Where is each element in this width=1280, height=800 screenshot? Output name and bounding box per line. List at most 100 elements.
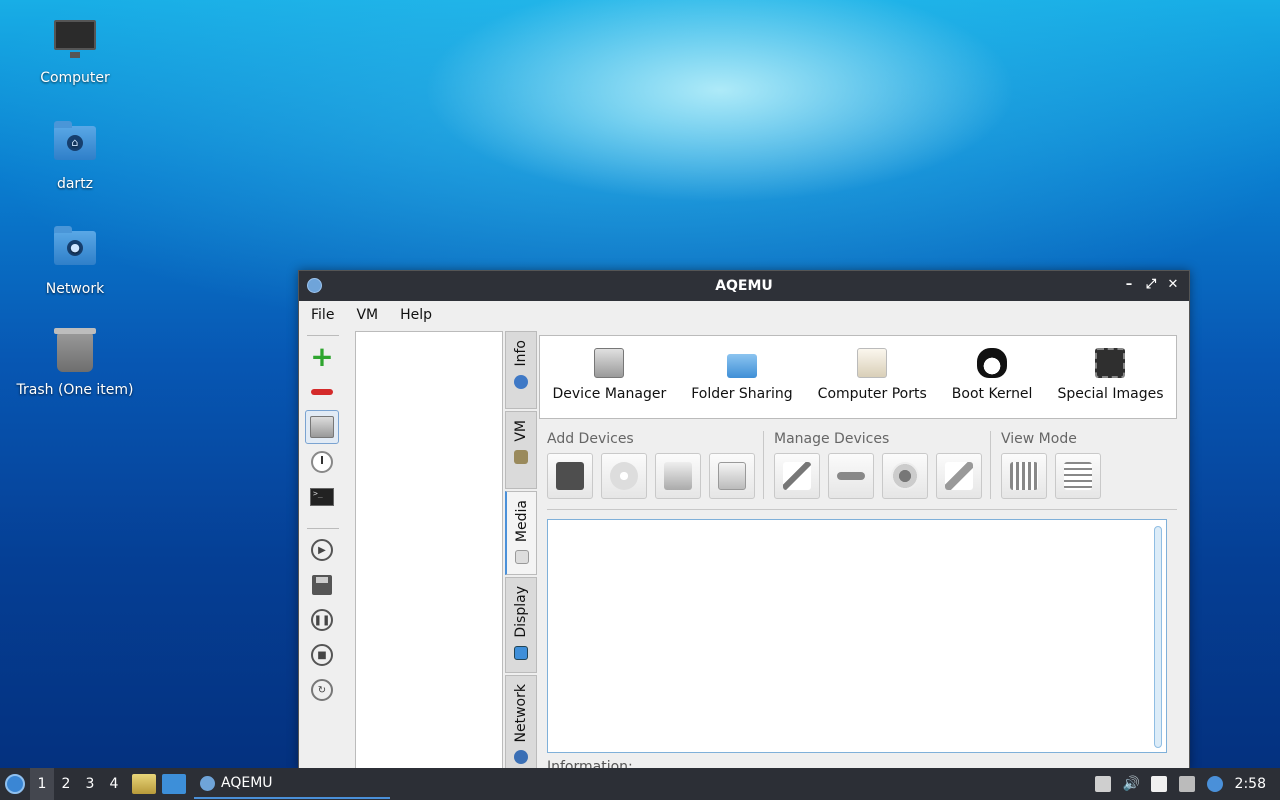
tab-vm[interactable]: VM — [505, 411, 537, 489]
computer-ports-item[interactable]: Computer Ports — [818, 348, 927, 402]
tab-media[interactable]: Media — [505, 491, 537, 575]
devices-scrollbar[interactable] — [1154, 526, 1162, 748]
special-images-item[interactable]: Special Images — [1057, 348, 1164, 402]
gear-icon — [891, 462, 919, 490]
show-desktop-icon[interactable] — [162, 774, 186, 794]
vm-settings-button[interactable] — [305, 410, 339, 444]
tux-icon — [977, 348, 1008, 378]
boot-kernel-item[interactable]: Boot Kernel — [951, 348, 1033, 402]
delete-vm-button[interactable] — [305, 375, 339, 409]
stop-icon: ■ — [311, 644, 333, 666]
taskbar: 1 2 3 4 AQEMU 🔊 2:58 — [0, 768, 1280, 800]
menu-file[interactable]: File — [311, 307, 334, 323]
console-button[interactable]: >_ — [305, 480, 339, 514]
add-cdrom-button[interactable] — [601, 453, 647, 499]
add-devices-title: Add Devices — [547, 431, 634, 447]
media-panel: Device Manager Folder Sharing Computer P… — [539, 331, 1183, 771]
start-menu-button[interactable] — [0, 768, 30, 800]
clipboard-icon[interactable] — [1150, 776, 1167, 792]
hard-disk-icon — [664, 462, 692, 490]
trash-icon — [54, 328, 96, 372]
add-vm-button[interactable]: + — [305, 340, 339, 374]
remove-icon — [837, 472, 865, 480]
minus-icon — [311, 389, 333, 395]
start-vm-button[interactable]: ▶ — [305, 533, 339, 567]
folder-icon — [726, 354, 757, 378]
devices-list[interactable] — [547, 519, 1167, 753]
pause-icon: ❚❚ — [311, 609, 333, 631]
pencil-icon — [783, 462, 811, 490]
volume-icon[interactable]: 🔊 — [1123, 776, 1140, 792]
chip-icon — [1095, 348, 1126, 378]
media-icon — [514, 550, 529, 565]
tab-label: Network — [513, 684, 529, 743]
snapshots-button[interactable] — [305, 445, 339, 479]
pause-vm-button[interactable]: ❚❚ — [305, 603, 339, 637]
tab-display[interactable]: Display — [505, 577, 537, 673]
floppy-icon — [556, 462, 584, 490]
maximize-button[interactable]: ⤢ — [1143, 276, 1159, 294]
cd-icon — [610, 462, 638, 490]
desktop-icon-network[interactable]: ● Network — [0, 225, 150, 297]
grid-view-icon — [1010, 462, 1038, 490]
task-label: AQEMU — [221, 775, 273, 791]
folder-sharing-item[interactable]: Folder Sharing — [691, 348, 793, 402]
network-tray-icon[interactable] — [1178, 776, 1195, 792]
home-folder-icon: ⌂ — [54, 121, 96, 160]
stop-vm-button[interactable]: ■ — [305, 638, 339, 672]
desktop-icon-label: dartz — [56, 176, 94, 192]
tab-info[interactable]: Info — [505, 331, 537, 409]
save-vm-button[interactable] — [305, 568, 339, 602]
tab-network[interactable]: Network — [505, 675, 537, 771]
manage-devices-title: Manage Devices — [774, 431, 890, 447]
toolbar-separator — [307, 335, 339, 336]
window-title: AQEMU — [715, 278, 773, 294]
remove-device-button[interactable] — [828, 453, 874, 499]
clock-icon — [311, 451, 333, 473]
add-hdd-button[interactable] — [655, 453, 701, 499]
eject-icon[interactable] — [1094, 776, 1111, 792]
computer-ports-label: Computer Ports — [817, 386, 927, 402]
workspace-4[interactable]: 4 — [102, 768, 126, 800]
device-manager-label: Device Manager — [552, 386, 667, 402]
workspace-3[interactable]: 3 — [78, 768, 102, 800]
workspace-1[interactable]: 1 — [30, 768, 54, 800]
icon-view-button[interactable] — [1001, 453, 1047, 499]
folder-sharing-label: Folder Sharing — [691, 386, 793, 402]
close-button[interactable]: ✕ — [1165, 276, 1181, 294]
file-manager-launcher-icon[interactable] — [132, 774, 156, 794]
reload-icon: ↻ — [311, 679, 333, 701]
menubar: File VM Help — [299, 301, 1189, 329]
window-titlebar[interactable]: AQEMU – ⤢ ✕ — [299, 271, 1189, 301]
taskbar-task-aqemu[interactable]: AQEMU — [194, 769, 390, 799]
workspace-2[interactable]: 2 — [54, 768, 78, 800]
info-icon — [514, 374, 528, 389]
menu-help[interactable]: Help — [400, 307, 432, 323]
globe-icon — [514, 750, 528, 765]
device-manager-item[interactable]: Device Manager — [552, 348, 667, 402]
desktop-icon-label: Network — [45, 281, 105, 297]
clear-device-button[interactable] — [936, 453, 982, 499]
view-mode-group: View Mode — [1001, 431, 1109, 499]
eraser-icon — [945, 462, 973, 490]
play-icon: ▶ — [311, 539, 333, 561]
menu-vm[interactable]: VM — [356, 307, 378, 323]
boot-kernel-label: Boot Kernel — [951, 386, 1033, 402]
vm-list[interactable] — [355, 331, 503, 771]
desktop-icon-trash[interactable]: Trash (One item) — [0, 328, 150, 398]
desktop-icon-home[interactable]: ⌂ dartz — [0, 120, 150, 192]
manage-devices-group: Manage Devices — [774, 431, 991, 499]
edit-device-button[interactable] — [774, 453, 820, 499]
desktop-icon-computer[interactable]: Computer — [0, 16, 150, 86]
clock[interactable]: 2:58 — [1235, 776, 1266, 792]
add-devices-group: Add Devices — [547, 431, 764, 499]
add-image-button[interactable] — [709, 453, 755, 499]
device-properties-button[interactable] — [882, 453, 928, 499]
notification-icon[interactable] — [1206, 776, 1223, 792]
add-floppy-button[interactable] — [547, 453, 593, 499]
network-folder-icon: ● — [54, 226, 96, 265]
tools-icon — [514, 449, 528, 464]
list-view-button[interactable] — [1055, 453, 1101, 499]
reset-vm-button[interactable]: ↻ — [305, 673, 339, 707]
minimize-button[interactable]: – — [1121, 276, 1137, 294]
